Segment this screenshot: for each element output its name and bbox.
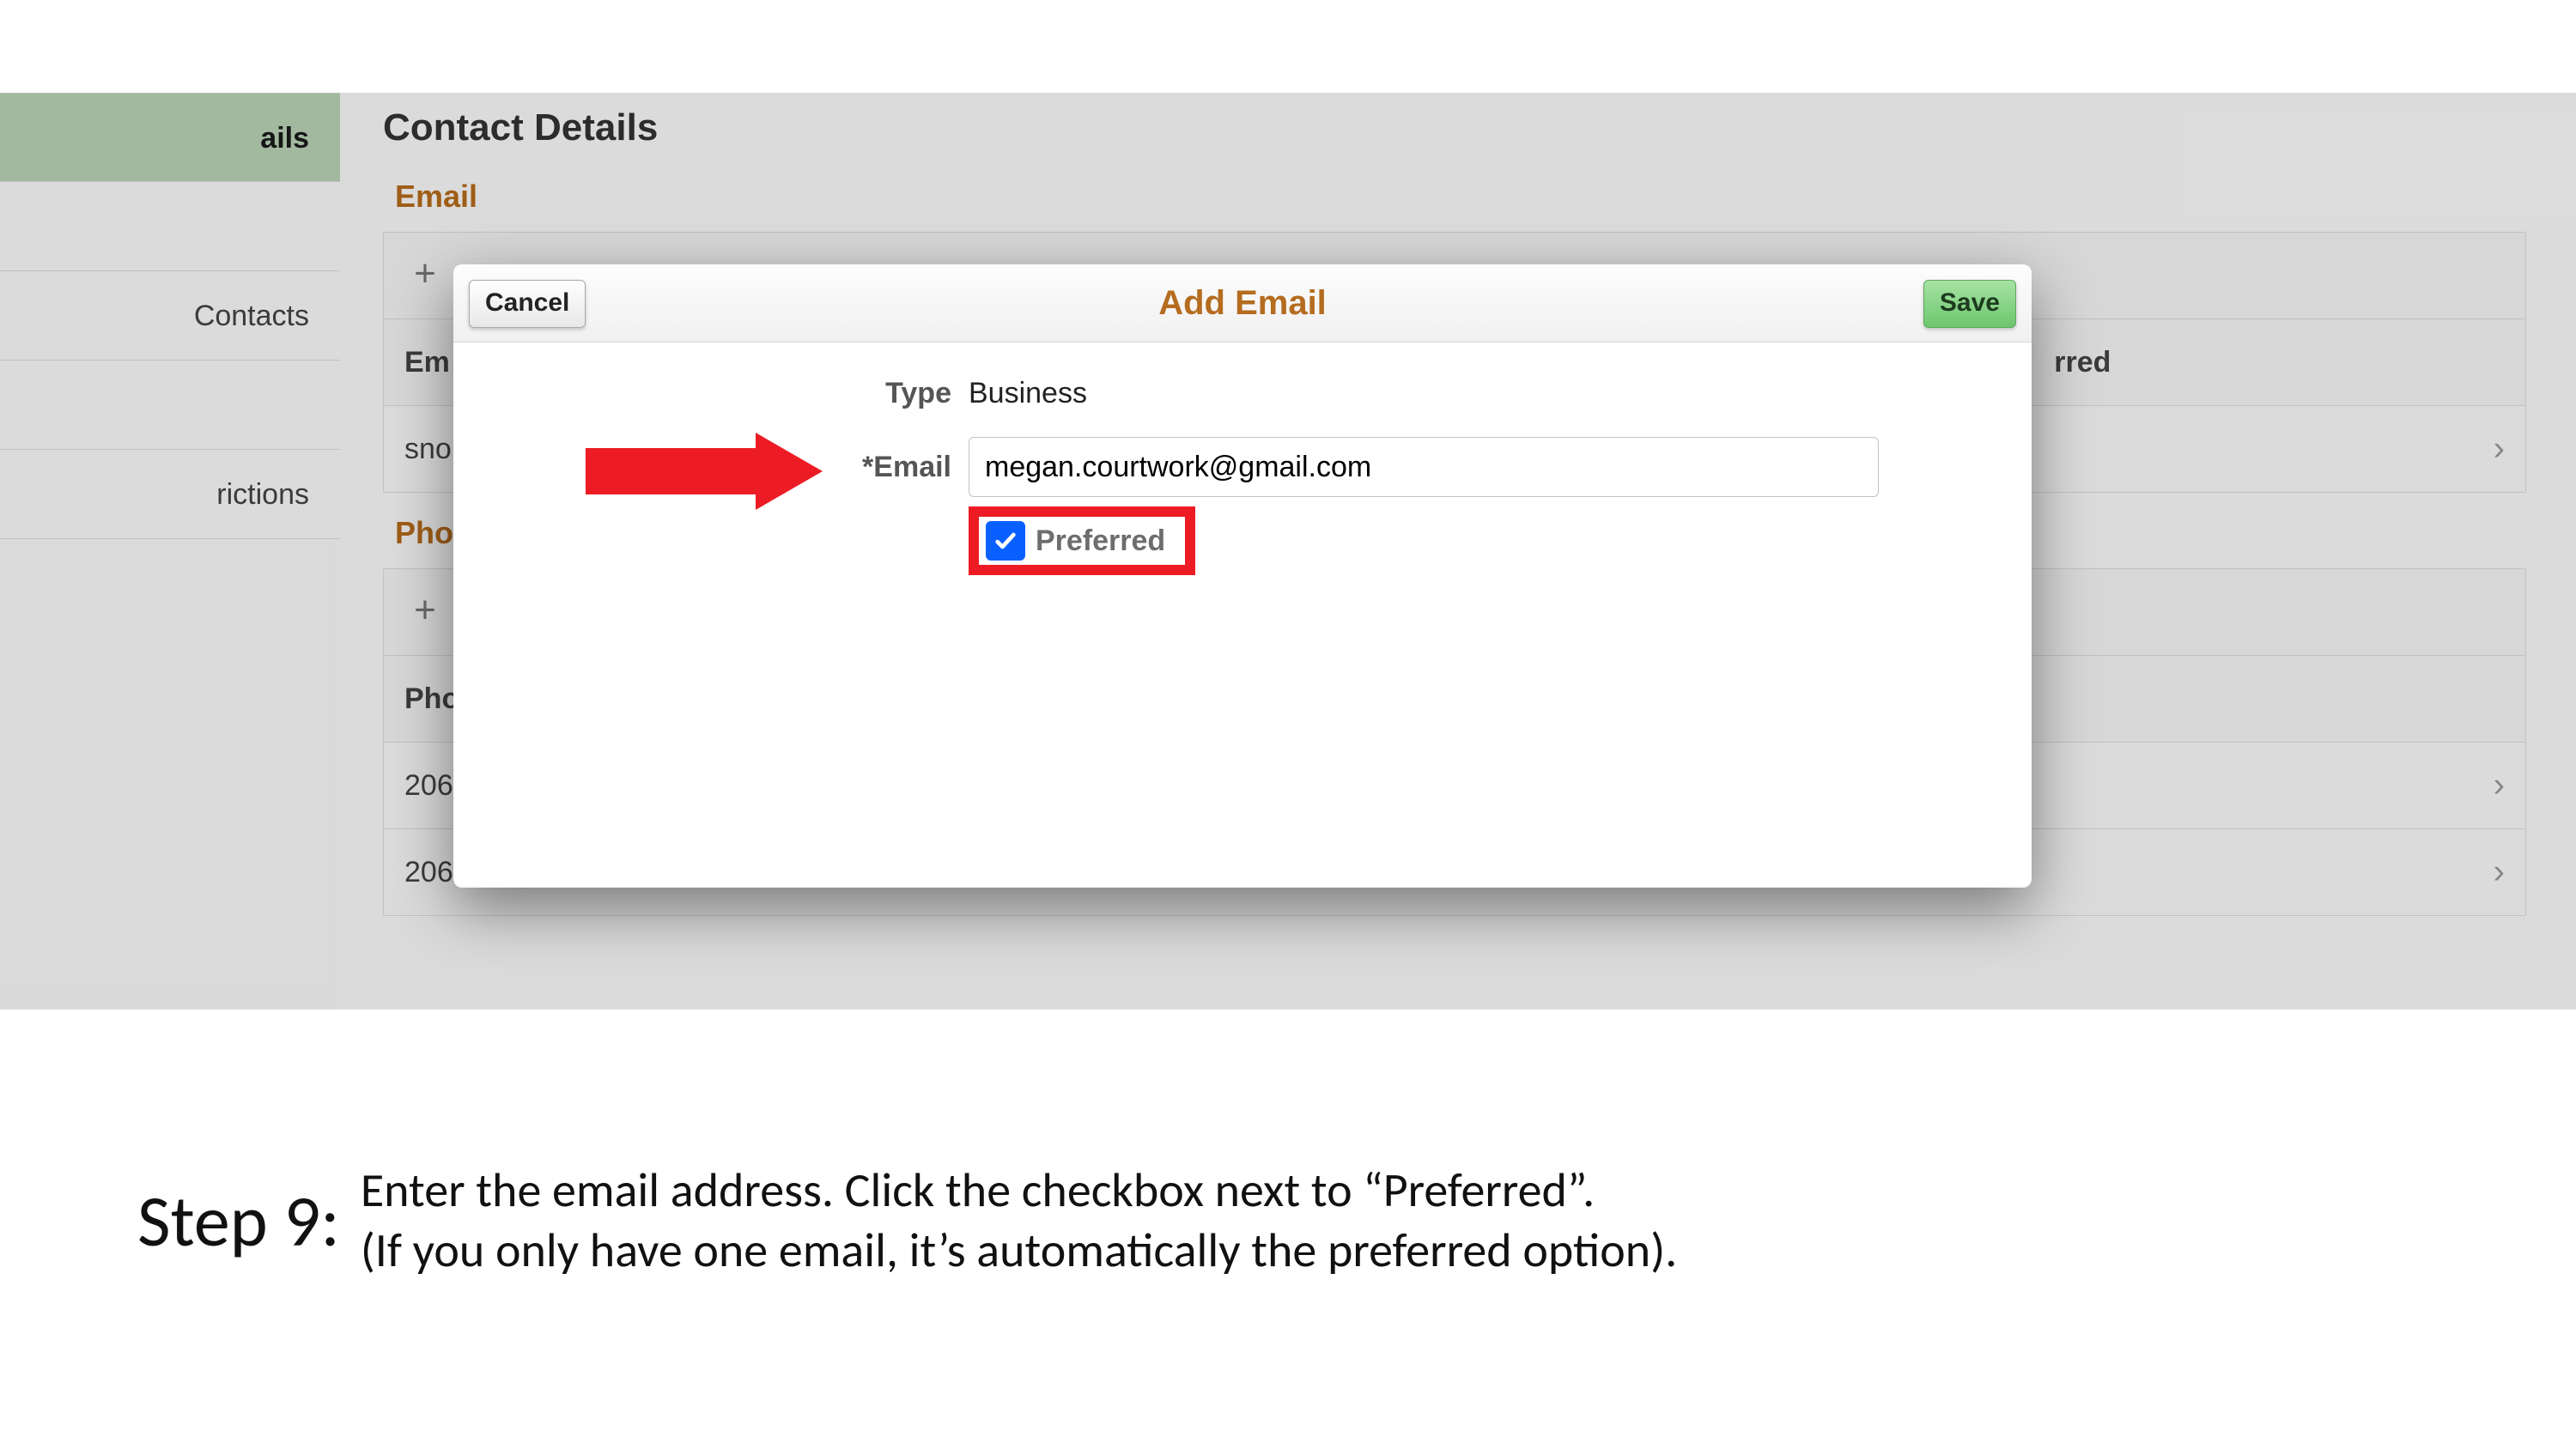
dialog-title: Add Email <box>1158 284 1327 323</box>
add-email-button[interactable]: + <box>404 255 446 296</box>
chevron-right-icon: › <box>2494 853 2505 892</box>
preferred-checkbox[interactable] <box>986 521 1025 561</box>
page-title: Contact Details <box>383 93 2526 156</box>
step-text: Enter the email address. Click the check… <box>361 1161 1678 1281</box>
save-button[interactable]: Save <box>1923 280 2016 328</box>
caption-preferred-word: Preferred <box>1383 1161 1567 1220</box>
sidebar-item-restrictions[interactable]: rictions <box>0 450 340 539</box>
sidebar-item-blank2[interactable] <box>0 361 340 450</box>
step-caption: Step 9: Enter the email address. Click t… <box>137 1161 2473 1281</box>
email-input[interactable] <box>969 437 1879 497</box>
type-value: Business <box>969 377 1087 410</box>
screenshot-region: ails Contacts rictions Contact Details E… <box>0 93 2576 1009</box>
chevron-right-icon: › <box>2494 430 2505 469</box>
add-email-dialog: Cancel Add Email Save Type Business *Ema… <box>453 264 2032 888</box>
sidebar-item-blank1[interactable] <box>0 182 340 271</box>
cancel-button[interactable]: Cancel <box>469 280 586 328</box>
sidebar: ails Contacts rictions <box>0 93 340 1009</box>
preferred-highlight: Preferred <box>969 506 1195 575</box>
preferred-label: Preferred <box>1036 524 1165 558</box>
sidebar-item-details[interactable]: ails <box>0 93 340 182</box>
email-header-col3: rred <box>2054 346 2525 379</box>
step-number: Step 9: <box>137 1177 340 1265</box>
preferred-row: Preferred <box>522 506 1963 575</box>
caption-line1a: Enter the email address. Click the check… <box>361 1161 1383 1220</box>
email-section-title: Email <box>383 156 2526 232</box>
type-label: Type <box>522 377 969 410</box>
add-phone-button[interactable]: + <box>404 591 446 633</box>
dialog-body: Type Business *Email Preferred <box>453 342 2032 888</box>
dialog-header: Cancel Add Email Save <box>453 264 2032 343</box>
chevron-right-icon: › <box>2494 767 2505 805</box>
type-row: Type Business <box>522 359 1963 427</box>
caption-line1c: ”. <box>1567 1161 1595 1220</box>
sidebar-item-contacts[interactable]: Contacts <box>0 271 340 361</box>
caption-line2: (If you only have one email, it’s automa… <box>361 1222 1678 1280</box>
check-icon <box>993 529 1018 553</box>
